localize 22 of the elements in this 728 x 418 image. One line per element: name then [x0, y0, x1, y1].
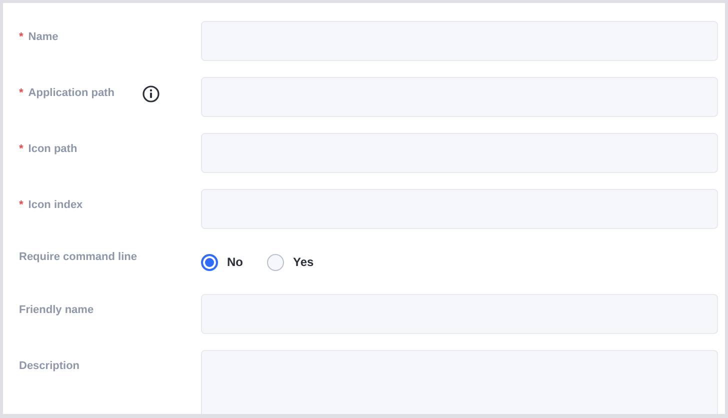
- input-field[interactable]: [201, 133, 718, 173]
- field-label: Description: [19, 360, 80, 372]
- required-asterisk: *: [19, 199, 24, 211]
- radio-button[interactable]: [201, 254, 218, 270]
- field-label: Application path: [28, 87, 114, 99]
- input-field[interactable]: [201, 77, 718, 117]
- field-label: Require command line: [19, 251, 137, 263]
- field-label: Friendly name: [19, 304, 94, 316]
- required-asterisk: *: [19, 87, 24, 99]
- radio-button[interactable]: [267, 254, 284, 270]
- radio-label[interactable]: No: [227, 255, 243, 269]
- required-asterisk: *: [19, 143, 24, 155]
- text-area[interactable]: [201, 350, 718, 414]
- radio-label[interactable]: Yes: [293, 255, 314, 269]
- field-label: Icon path: [28, 143, 78, 155]
- input-field[interactable]: [201, 21, 718, 61]
- info-icon[interactable]: [142, 85, 160, 103]
- field-label: Icon index: [28, 199, 83, 211]
- input-field[interactable]: [201, 294, 718, 334]
- input-field[interactable]: [201, 189, 718, 229]
- required-asterisk: *: [19, 31, 24, 43]
- field-label: Name: [28, 31, 58, 43]
